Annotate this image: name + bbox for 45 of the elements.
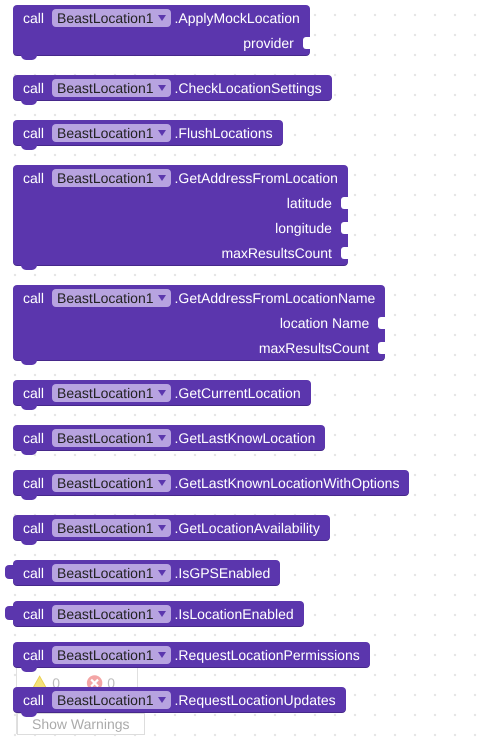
method-name: .RequestLocationPermissions bbox=[174, 646, 360, 662]
method-name: .IsGPSEnabled bbox=[174, 564, 270, 580]
call-keyword: call bbox=[23, 384, 44, 400]
component-dropdown[interactable]: BeastLocation1 bbox=[52, 384, 171, 402]
component-dropdown[interactable]: BeastLocation1 bbox=[52, 78, 171, 96]
call-keyword: call bbox=[23, 646, 44, 662]
method-name: .FlushLocations bbox=[174, 124, 273, 140]
parameter-label: maxResultsCount bbox=[221, 244, 332, 260]
method-name: .IsLocationEnabled bbox=[174, 606, 294, 622]
method-name: .GetCurrentLocation bbox=[174, 384, 301, 400]
component-dropdown[interactable]: BeastLocation1 bbox=[52, 288, 171, 306]
call-keyword: call bbox=[23, 474, 44, 490]
call-keyword: call bbox=[23, 124, 44, 140]
call-keyword: call bbox=[23, 692, 44, 708]
component-dropdown[interactable]: BeastLocation1 bbox=[52, 604, 171, 622]
component-dropdown[interactable]: BeastLocation1 bbox=[52, 690, 171, 708]
component-dropdown[interactable]: BeastLocation1 bbox=[52, 564, 171, 582]
call-keyword: call bbox=[23, 564, 44, 580]
component-dropdown[interactable]: BeastLocation1 bbox=[52, 518, 171, 536]
parameter-label: longitude bbox=[275, 220, 332, 236]
method-name: .GetAddressFromLocation bbox=[174, 170, 338, 186]
call-keyword: call bbox=[23, 290, 44, 306]
method-name: .GetAddressFromLocationName bbox=[174, 290, 376, 306]
component-dropdown[interactable]: BeastLocation1 bbox=[52, 474, 171, 492]
component-dropdown[interactable]: BeastLocation1 bbox=[52, 168, 171, 186]
method-name: .GetLastKnowLocation bbox=[174, 430, 316, 446]
call-keyword: call bbox=[23, 606, 44, 622]
component-dropdown[interactable]: BeastLocation1 bbox=[52, 428, 171, 446]
call-keyword: call bbox=[23, 10, 44, 26]
parameter-label: maxResultsCount bbox=[258, 340, 370, 356]
parameter-label: location Name bbox=[280, 314, 370, 330]
method-name: .CheckLocationSettings bbox=[174, 80, 322, 96]
method-name: .RequestLocationUpdates bbox=[174, 692, 336, 708]
method-name: .ApplyMockLocation bbox=[174, 10, 300, 26]
call-keyword: call bbox=[23, 80, 44, 96]
component-dropdown[interactable]: BeastLocation1 bbox=[52, 646, 171, 664]
component-dropdown[interactable]: BeastLocation1 bbox=[52, 8, 171, 26]
parameter-label: provider bbox=[243, 34, 294, 50]
call-keyword: call bbox=[23, 520, 44, 536]
call-keyword: call bbox=[23, 170, 44, 186]
component-dropdown[interactable]: BeastLocation1 bbox=[52, 124, 171, 142]
call-keyword: call bbox=[23, 430, 44, 446]
parameter-label: latitude bbox=[286, 194, 332, 210]
method-name: .GetLocationAvailability bbox=[174, 520, 320, 536]
method-name: .GetLastKnownLocationWithOptions bbox=[174, 474, 400, 490]
